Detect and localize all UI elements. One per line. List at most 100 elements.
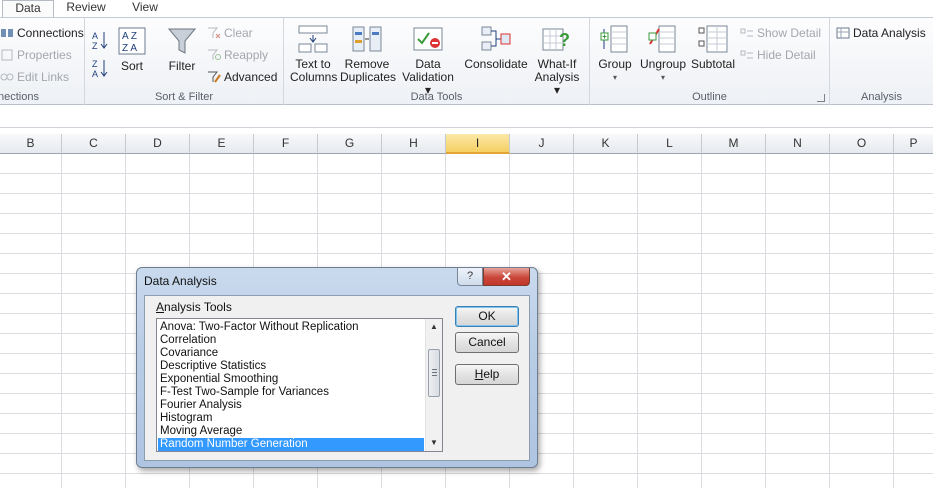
scroll-thumb[interactable]	[428, 349, 440, 397]
column-header-n[interactable]: N	[766, 134, 830, 154]
help-icon[interactable]: ?	[457, 268, 483, 286]
text-to-columns-button[interactable]: Text to Columns	[290, 24, 337, 84]
edit-links-button[interactable]: Edit Links	[0, 68, 69, 86]
ribbon: Connections Properties Edit Links nectio…	[0, 17, 933, 105]
column-header-k[interactable]: K	[574, 134, 638, 154]
hide-detail-button[interactable]: Hide Detail	[740, 46, 816, 64]
properties-button[interactable]: Properties	[0, 46, 72, 64]
scroll-down-icon[interactable]: ▼	[426, 435, 442, 451]
analysis-tools-label: Analysis Tools	[156, 300, 232, 314]
reapply-icon	[207, 48, 221, 60]
svg-text:A: A	[92, 69, 98, 78]
column-header-e[interactable]: E	[190, 134, 254, 154]
list-item[interactable]: Covariance	[158, 347, 424, 360]
clear-button[interactable]: Clear	[207, 24, 253, 42]
list-item[interactable]: Anova: Two-Factor Without Replication	[158, 321, 424, 334]
dialog-body: Analysis Tools Anova: Two-Factor Without…	[144, 295, 530, 461]
svg-text:Z A: Z A	[122, 43, 137, 54]
column-header-f[interactable]: F	[254, 134, 318, 154]
group-label-connections: nections	[0, 91, 39, 103]
svg-text:A Z: A Z	[122, 31, 137, 42]
list-item[interactable]: Histogram	[158, 412, 424, 425]
list-item[interactable]: Exponential Smoothing	[158, 373, 424, 386]
consolidate-button[interactable]: Consolidate	[464, 24, 528, 71]
data-validation-icon	[412, 24, 444, 54]
connections-icon	[0, 26, 14, 38]
consolidate-icon	[480, 24, 512, 54]
advanced-filter-icon	[207, 70, 221, 83]
group-outline: Group ▾ Ungroup ▾ Subtotal Show Detail H…	[590, 18, 830, 105]
subtotal-button[interactable]: Subtotal	[690, 24, 736, 71]
list-item[interactable]: Moving Average	[158, 425, 424, 438]
show-detail-button[interactable]: Show Detail	[740, 24, 821, 42]
column-header-o[interactable]: O	[830, 134, 894, 154]
svg-text:?: ?	[559, 30, 570, 50]
list-scrollbar[interactable]: ▲ ▼	[425, 319, 442, 451]
link-icon	[0, 70, 14, 82]
group-label-outline: Outline	[692, 91, 727, 103]
svg-text:A: A	[92, 31, 98, 41]
scroll-up-icon[interactable]: ▲	[426, 319, 442, 335]
what-if-analysis-button[interactable]: ? What-If Analysis ▾	[530, 24, 584, 97]
group-button[interactable]: Group ▾	[596, 24, 634, 84]
list-item[interactable]: Fourier Analysis	[158, 399, 424, 412]
group-icon	[599, 24, 631, 54]
svg-text:Z: Z	[92, 59, 98, 69]
ribbon-tabs: Data Review View	[0, 0, 933, 18]
remove-duplicates-icon	[351, 24, 383, 54]
list-item[interactable]: F-Test Two-Sample for Variances	[158, 386, 424, 399]
list-item[interactable]: Descriptive Statistics	[158, 360, 424, 373]
group-analysis: Data Analysis Analysis	[830, 18, 933, 105]
clear-filter-icon	[207, 26, 221, 39]
column-header-g[interactable]: G	[318, 134, 382, 154]
group-connections: Connections Properties Edit Links nectio…	[0, 18, 85, 105]
close-icon[interactable]: ✕	[483, 268, 530, 286]
column-header-l[interactable]: L	[638, 134, 702, 154]
data-validation-button[interactable]: Data Validation ▾	[398, 24, 458, 97]
group-data-tools: Text to Columns Remove Duplicates Data V…	[284, 18, 590, 105]
text-to-columns-icon	[297, 24, 329, 54]
connections-button[interactable]: Connections	[0, 24, 84, 42]
filter-button[interactable]: Filter	[163, 26, 201, 73]
formula-bar[interactable]	[0, 106, 933, 128]
list-item[interactable]: Correlation	[158, 334, 424, 347]
subtotal-icon	[697, 24, 729, 54]
column-header-b[interactable]: B	[0, 134, 62, 154]
what-if-icon: ?	[541, 24, 573, 54]
column-header-d[interactable]: D	[126, 134, 190, 154]
data-analysis-button[interactable]: Data Analysis	[836, 24, 926, 42]
sort-a-z-icon[interactable]: AZ	[91, 30, 109, 53]
tab-view[interactable]: View	[120, 0, 170, 17]
analysis-tools-list[interactable]: Anova: Two-Factor Without Replication Co…	[156, 318, 443, 452]
reapply-button[interactable]: Reapply	[207, 46, 268, 64]
sort-z-a-icon[interactable]: ZA	[91, 58, 109, 81]
column-header-m[interactable]: M	[702, 134, 766, 154]
data-analysis-icon	[836, 26, 850, 39]
sort-button[interactable]: A ZZ A Sort	[115, 26, 149, 73]
group-label-data-tools: Data Tools	[410, 91, 463, 103]
group-sort-filter: AZ ZA A ZZ A Sort Filter Clear Reapply A…	[85, 18, 284, 105]
properties-icon	[0, 48, 14, 61]
column-header-p[interactable]: P	[894, 134, 933, 154]
ungroup-icon	[647, 24, 679, 54]
tab-review[interactable]: Review	[60, 0, 112, 17]
remove-duplicates-button[interactable]: Remove Duplicates	[340, 24, 396, 84]
help-button[interactable]: Help	[455, 364, 519, 385]
column-header-h[interactable]: H	[382, 134, 446, 154]
cancel-button[interactable]: Cancel	[455, 332, 519, 353]
group-label-analysis: Analysis	[861, 91, 902, 103]
column-header-j[interactable]: J	[510, 134, 574, 154]
list-item-selected[interactable]: Random Number Generation	[158, 438, 424, 451]
sort-icon: A ZZ A	[116, 26, 148, 56]
data-analysis-dialog: Data Analysis ? ✕ Analysis Tools Anova: …	[136, 267, 538, 468]
funnel-icon	[166, 26, 198, 56]
svg-text:Z: Z	[92, 41, 98, 50]
column-header-c[interactable]: C	[62, 134, 126, 154]
show-detail-icon	[740, 26, 754, 38]
advanced-button[interactable]: Advanced	[207, 68, 277, 86]
column-header-i[interactable]: I	[446, 134, 510, 154]
ungroup-button[interactable]: Ungroup ▾	[638, 24, 688, 84]
hide-detail-icon	[740, 48, 754, 60]
tab-data[interactable]: Data	[2, 0, 54, 18]
ok-button[interactable]: OK	[455, 306, 519, 327]
